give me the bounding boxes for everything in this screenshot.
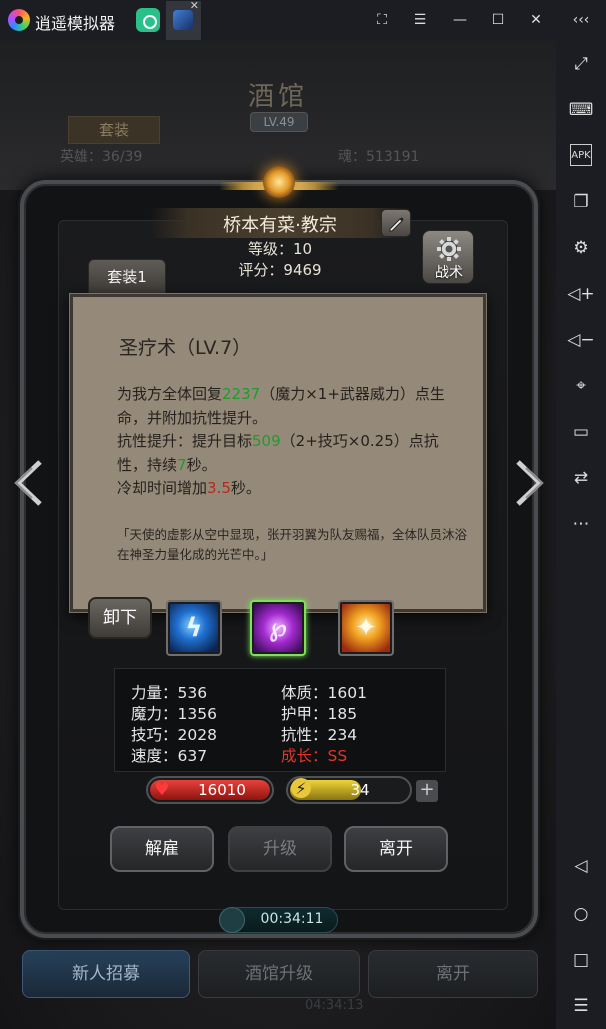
previous-hero-arrow-icon[interactable] (10, 458, 50, 508)
tactics-button[interactable]: 战术 (422, 230, 474, 284)
close-icon[interactable]: ✕ (526, 10, 546, 30)
dismiss-button[interactable]: 解雇 (110, 826, 214, 872)
collapse-sidebar-icon[interactable]: ‹‹‹ (566, 10, 596, 30)
settings-gear-icon[interactable]: ⚙ (566, 236, 596, 260)
home-icon[interactable]: ○ (566, 902, 596, 926)
screenshot-icon[interactable]: ⛶ (372, 10, 392, 30)
hero-name: 桥本有菜·教宗 (223, 215, 337, 236)
tavern-suit-tab[interactable]: 套装 (68, 116, 160, 144)
nav-menu-icon[interactable]: ☰ (566, 994, 596, 1018)
more-icon[interactable]: ⋯ (566, 512, 596, 536)
stat-technique: 技巧：2028 (131, 726, 217, 744)
recruit-button[interactable]: 新人招募 (22, 950, 190, 998)
sync-icon[interactable]: ⇄ (566, 466, 596, 490)
volume-down-icon[interactable]: ◁− (566, 328, 596, 352)
game-tab[interactable]: ✕ (166, 0, 201, 40)
recent-apps-icon[interactable]: □ (566, 948, 596, 972)
home-tab-icon[interactable] (136, 8, 160, 32)
gear-icon (437, 237, 461, 261)
tavern-leave-button[interactable]: 离开 (368, 950, 538, 998)
lightning-skill-icon[interactable]: ϟ (166, 600, 222, 656)
next-hero-arrow-icon[interactable] (508, 458, 548, 508)
stat-speed: 速度：637 (131, 747, 208, 765)
desc-text: 冷却时间增加 (117, 479, 208, 497)
add-energy-button[interactable]: + (416, 780, 438, 802)
skill-flavor-text: 「天使的虚影从空中显现，张开羽翼为队友赐福，全体队员沐浴在神圣力量化成的光芒中。… (117, 527, 468, 562)
hero-name-bar: 桥本有菜·教宗 (150, 208, 410, 238)
desc-text: 秒。 (186, 455, 217, 474)
cooldown-amount: 3.5 (207, 479, 231, 497)
maximize-icon[interactable]: ☐ (488, 10, 508, 30)
rename-button[interactable] (381, 209, 411, 237)
resist-amount: 509 (252, 432, 281, 450)
apk-install-icon[interactable]: APK (570, 144, 592, 166)
timer-value: 00:34:11 (260, 911, 324, 927)
skill-tooltip: 圣疗术（LV.7） 为我方全体回复2237（魔力×1+武器威力）点生命，并附加抗… (70, 294, 486, 612)
upgrade-button[interactable]: 升级 (228, 826, 332, 872)
unequip-button[interactable]: 卸下 (88, 597, 152, 639)
pencil-icon (389, 217, 404, 232)
stat-strength: 力量：536 (131, 684, 208, 702)
game-app-icon (173, 10, 193, 30)
stat-magic: 魔力：1356 (131, 705, 217, 723)
soul-count: 魂：513191 (338, 149, 420, 165)
hero-count: 英雄：36/39 (60, 149, 143, 165)
arcane-skill-icon[interactable]: ℘ (250, 600, 306, 656)
emulator-window: 逍遥模拟器 ✕ ⛶ ☰ — ☐ ✕ ‹‹‹ ⤢ ⌨ APK ❐ ⚙ ◁+ ◁− … (0, 0, 606, 1029)
game-viewport: 酒馆 LV.49 套装 英雄：36/39 魂：513191 新人招募 酒馆升级 … (0, 40, 556, 1029)
emulator-sidebar: ⤢ ⌨ APK ❐ ⚙ ◁+ ◁− ⌖ ▭ ⇄ ⋯ ◁ ○ □ ☰ (556, 40, 606, 1029)
heart-icon: ♥ (154, 780, 170, 800)
location-icon[interactable]: ⌖ (566, 374, 596, 398)
duration-amount: 7 (177, 455, 187, 474)
background-timer: 04:34:13 (305, 998, 364, 1013)
hero-score: 评分：9469 (238, 261, 322, 279)
energy-bar: ⚡ 34 (286, 776, 412, 804)
skill-title: 圣疗术（LV.7） (119, 337, 252, 359)
app-title: 逍遥模拟器 (35, 14, 116, 33)
energy-value: 34 (350, 781, 370, 799)
lightning-bolt-icon: ⚡ (291, 778, 311, 798)
holy-skill-icon[interactable]: ✦ (338, 600, 394, 656)
stat-growth: 成长：SS (281, 747, 348, 765)
stat-resistance: 抗性：234 (281, 726, 358, 744)
countdown-timer: 00:34:11 (219, 907, 338, 933)
fullscreen-icon[interactable]: ⤢ (566, 52, 596, 76)
volume-up-icon[interactable]: ◁+ (566, 282, 596, 306)
panel-emblem-icon (219, 166, 339, 210)
close-tab-icon[interactable]: ✕ (190, 0, 199, 12)
hp-bar: ♥ 16010 (146, 776, 274, 804)
multi-window-icon[interactable]: ❐ (566, 190, 596, 214)
hero-stats-panel: 力量：536 体质：1601 魔力：1356 护甲：185 技巧：2028 抗性… (114, 668, 446, 772)
tactics-label: 战术 (435, 265, 463, 281)
suit-tab[interactable]: 套装1 (88, 259, 166, 299)
stat-constitution: 体质：1601 (281, 684, 367, 702)
hero-level: 等级：10 (247, 240, 313, 258)
back-icon[interactable]: ◁ (566, 854, 596, 878)
keyboard-icon[interactable]: ⌨ (566, 98, 596, 122)
folder-icon[interactable]: ▭ (566, 420, 596, 444)
heal-amount: 2237 (222, 385, 261, 403)
tavern-level: LV.49 (250, 112, 308, 132)
emulator-logo-icon (8, 9, 30, 31)
minimize-icon[interactable]: — (450, 10, 470, 30)
stat-armor: 护甲：185 (281, 705, 358, 723)
desc-text: 为我方全体回复 (117, 385, 223, 403)
leave-button[interactable]: 离开 (344, 826, 448, 872)
tavern-upgrade-button[interactable]: 酒馆升级 (198, 950, 360, 998)
emulator-titlebar: 逍遥模拟器 ✕ ⛶ ☰ — ☐ ✕ ‹‹‹ (0, 0, 606, 40)
hp-value: 16010 (198, 781, 246, 799)
tavern-title: 酒馆 (248, 82, 309, 112)
desc-text: 抗性提升：提升目标 (117, 432, 253, 450)
desc-text: 秒。 (230, 479, 261, 497)
skill-description: 为我方全体回复2237（魔力×1+武器威力）点生命，并附加抗性提升。 抗性提升：提… (117, 383, 467, 501)
timer-icon (219, 907, 245, 933)
menu-icon[interactable]: ☰ (410, 10, 430, 30)
